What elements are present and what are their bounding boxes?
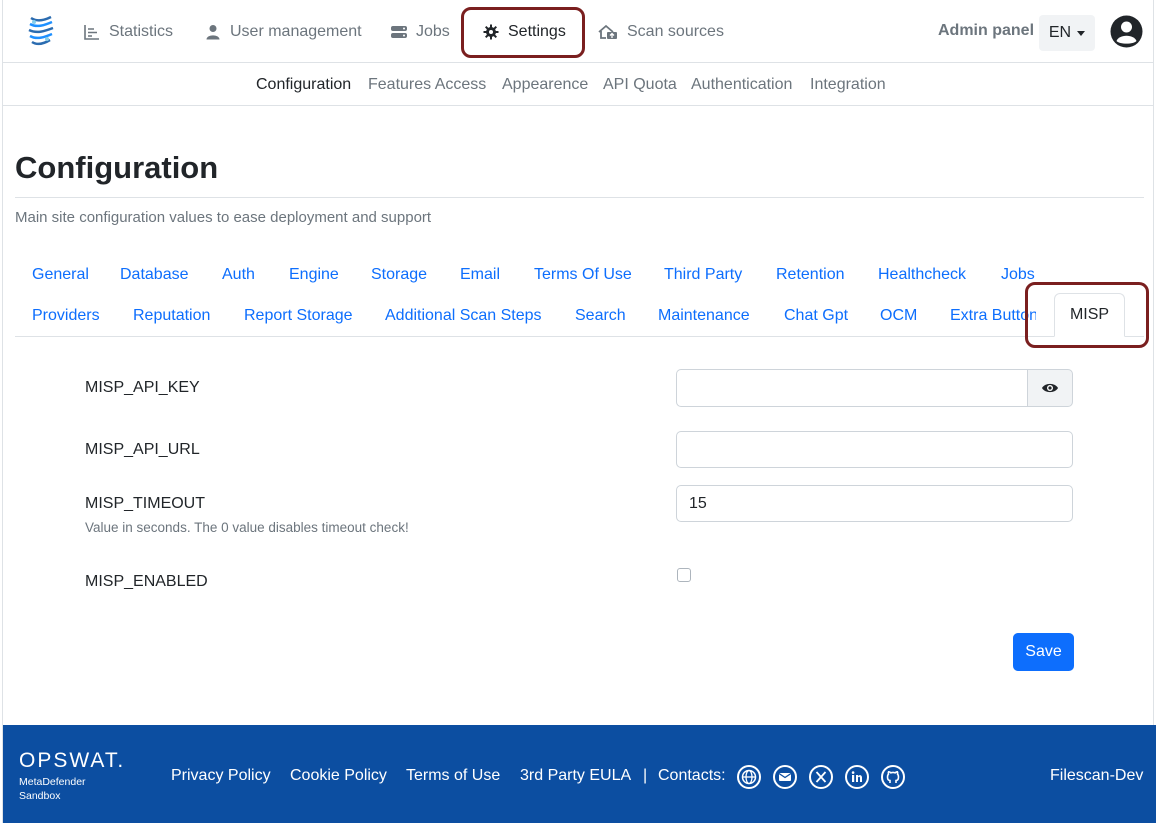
subnav-integration[interactable]: Integration: [810, 76, 886, 94]
save-button[interactable]: Save: [1013, 633, 1074, 671]
toggle-visibility-button[interactable]: [1027, 369, 1073, 407]
mail-icon[interactable]: [773, 765, 797, 789]
footer-link-cookie-policy[interactable]: Cookie Policy: [290, 767, 387, 785]
misp-api-key-label: MISP_API_KEY: [85, 379, 200, 396]
footer-contacts-label: Contacts:: [658, 767, 726, 784]
x-icon[interactable]: [809, 765, 833, 789]
subnav-features-access[interactable]: Features Access: [368, 76, 486, 94]
house-upload-icon: [597, 23, 619, 41]
nav-scan-sources[interactable]: Scan sources: [597, 20, 724, 44]
tab-reputation[interactable]: Reputation: [133, 307, 210, 325]
nav-jobs[interactable]: Jobs: [390, 20, 450, 44]
footer-link-terms-of-use[interactable]: Terms of Use: [406, 767, 500, 785]
language-dropdown[interactable]: EN: [1039, 15, 1095, 51]
tab-search[interactable]: Search: [575, 307, 626, 325]
nav-user-management-label: User management: [230, 23, 362, 40]
nav-user-management[interactable]: User management: [204, 20, 362, 44]
misp-timeout-input[interactable]: 15: [676, 485, 1073, 522]
tab-retention[interactable]: Retention: [776, 266, 845, 284]
tab-chat-gpt[interactable]: Chat Gpt: [784, 307, 848, 325]
tab-providers[interactable]: Providers: [32, 307, 100, 325]
tab-additional-scan-steps[interactable]: Additional Scan Steps: [385, 307, 542, 325]
nav-scan-sources-label: Scan sources: [627, 23, 724, 40]
server-icon: [390, 23, 408, 41]
footer-link-privacy-policy[interactable]: Privacy Policy: [171, 767, 271, 785]
chart-icon: [83, 23, 101, 41]
misp-api-url-label: MISP_API_URL: [85, 441, 200, 458]
footer: OPSWAT. MetaDefender Sandbox Privacy Pol…: [3, 725, 1156, 823]
language-value: EN: [1048, 24, 1072, 41]
page-title: Configuration: [15, 150, 219, 185]
subnav-api-quota[interactable]: API Quota: [603, 76, 677, 94]
footer-separator: |: [643, 767, 648, 784]
settings-highlight-box: [461, 7, 585, 58]
github-icon[interactable]: [881, 765, 905, 789]
subnav-authentication[interactable]: Authentication: [691, 76, 792, 94]
subnav-appearence[interactable]: Appearence: [502, 76, 588, 94]
user-icon: [204, 23, 222, 41]
tab-extra-button[interactable]: Extra Button: [950, 307, 1036, 325]
page-frame: [2, 0, 1154, 823]
app-logo-icon[interactable]: [25, 14, 57, 50]
tab-database[interactable]: Database: [120, 266, 189, 284]
tab-jobs[interactable]: Jobs: [1001, 266, 1035, 284]
tab-general[interactable]: General: [32, 266, 89, 284]
footer-link-3rd-party-eula[interactable]: 3rd Party EULA: [520, 767, 631, 785]
misp-timeout-help: Value in seconds. The 0 value disables t…: [85, 520, 409, 535]
avatar-icon[interactable]: [1110, 15, 1143, 48]
misp-api-url-input[interactable]: [676, 431, 1073, 468]
tab-storage[interactable]: Storage: [371, 266, 427, 284]
tab-report-storage[interactable]: Report Storage: [244, 307, 353, 325]
subnav-configuration[interactable]: Configuration: [256, 76, 351, 94]
settings-subnav: Configuration Features Access Appearence…: [3, 64, 1154, 106]
tabs-divider: [15, 336, 1144, 337]
page-subtitle: Main site configuration values to ease d…: [15, 209, 432, 226]
footer-brand-sub-line1: MetaDefender: [19, 776, 86, 788]
globe-icon[interactable]: [737, 765, 761, 789]
chevron-down-icon: [1077, 30, 1086, 36]
top-navbar: Statistics User management Jobs Settings…: [3, 0, 1154, 63]
tab-email[interactable]: Email: [460, 266, 500, 284]
footer-brand: OPSWAT.: [19, 749, 126, 772]
tab-ocm[interactable]: OCM: [880, 307, 917, 325]
misp-highlight-box: [1025, 282, 1149, 348]
misp-enabled-label: MISP_ENABLED: [85, 573, 208, 590]
footer-brand-sub: MetaDefender Sandbox: [19, 775, 86, 803]
linkedin-icon[interactable]: [845, 765, 869, 789]
footer-brand-sub-line2: Sandbox: [19, 790, 61, 802]
nav-statistics-label: Statistics: [109, 23, 174, 40]
nav-statistics[interactable]: Statistics: [83, 20, 173, 44]
tab-healthcheck[interactable]: Healthcheck: [878, 266, 966, 284]
tab-terms-of-use[interactable]: Terms Of Use: [534, 266, 632, 284]
misp-api-key-group: [676, 369, 1073, 407]
eye-icon: [1042, 383, 1058, 393]
misp-api-key-input[interactable]: [676, 369, 1028, 407]
misp-enabled-checkbox[interactable]: [677, 568, 691, 582]
title-divider: [15, 197, 1144, 198]
misp-timeout-label: MISP_TIMEOUT: [85, 495, 206, 512]
admin-panel-label: Admin panel: [938, 22, 1035, 39]
tab-third-party[interactable]: Third Party: [664, 266, 742, 284]
tab-maintenance[interactable]: Maintenance: [658, 307, 750, 325]
tab-auth[interactable]: Auth: [222, 266, 255, 284]
nav-jobs-label: Jobs: [416, 23, 450, 40]
footer-environment-label: Filescan-Dev: [1050, 767, 1144, 784]
tab-engine[interactable]: Engine: [289, 266, 339, 284]
